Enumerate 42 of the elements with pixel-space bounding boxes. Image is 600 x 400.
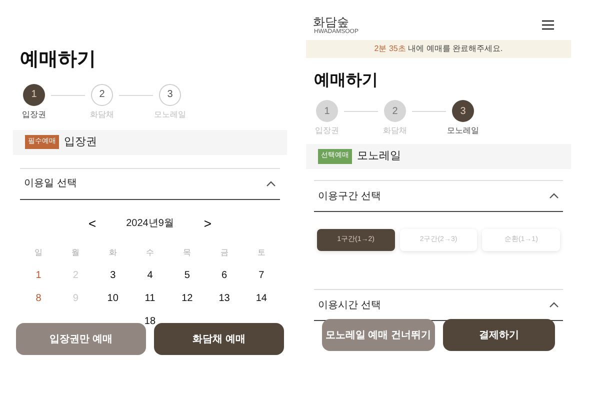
calendar-day[interactable]: 1 (36, 268, 42, 283)
secondary-button[interactable]: 입장권만 예매 (16, 323, 146, 355)
menu-icon[interactable] (542, 20, 554, 30)
prev-month-button[interactable]: < (88, 214, 96, 233)
calendar-day[interactable]: 7 (258, 268, 264, 283)
step-label: 입장권 (315, 125, 339, 137)
next-month-button[interactable]: > (204, 214, 212, 233)
calendar-day[interactable]: 13 (218, 291, 230, 306)
calendar-day[interactable]: 3 (110, 268, 116, 283)
logo[interactable]: 화담숲 (313, 16, 349, 28)
calendar-day[interactable]: 14 (256, 291, 267, 306)
secondary-button[interactable]: 모노레일 예매 건너뛰기 (322, 319, 434, 351)
weekday-label: 화 (108, 247, 117, 259)
month-label: 2024년9월 (126, 216, 174, 231)
primary-button[interactable]: 결제하기 (442, 319, 555, 351)
weekday-label: 목 (183, 247, 192, 259)
calendar-day[interactable]: 18 (144, 314, 156, 329)
calendar-day[interactable]: 12 (182, 291, 193, 306)
accordion-header[interactable]: 이용구간 선택 (314, 180, 563, 212)
calendar-day[interactable]: 11 (144, 291, 156, 306)
notice-banner: 2분 35초 내에 예매를 완료해주세요. (306, 40, 571, 58)
ticket-name: 입장권 (64, 134, 97, 150)
step-label: 화담채 (383, 125, 407, 137)
calendar-day[interactable]: 4 (147, 268, 153, 283)
weekday-label: 월 (72, 247, 80, 259)
calendar-day[interactable]: 6 (221, 268, 228, 283)
primary-button[interactable]: 화담채 예매 (154, 323, 284, 355)
calendar-day[interactable]: 10 (107, 291, 118, 306)
calendar-day[interactable]: 8 (36, 291, 42, 306)
step-label: 모노레일 (447, 125, 479, 137)
step-label: 입장권 (22, 108, 46, 120)
weekday-label: 토 (257, 247, 266, 259)
weekday-label: 수 (146, 247, 154, 259)
calendar-day[interactable]: 5 (184, 268, 190, 283)
weekday-label: 금 (220, 247, 228, 259)
ticket-name: 모노레일 (357, 149, 401, 164)
step-label: 모노레일 (154, 108, 186, 120)
page-title: 예매하기 (314, 71, 379, 91)
accordion-header[interactable]: 이용일 선택 (20, 168, 280, 200)
step-label: 화담채 (90, 108, 114, 120)
page-title: 예매하기 (19, 48, 97, 72)
weekday-label: 일 (34, 247, 43, 259)
